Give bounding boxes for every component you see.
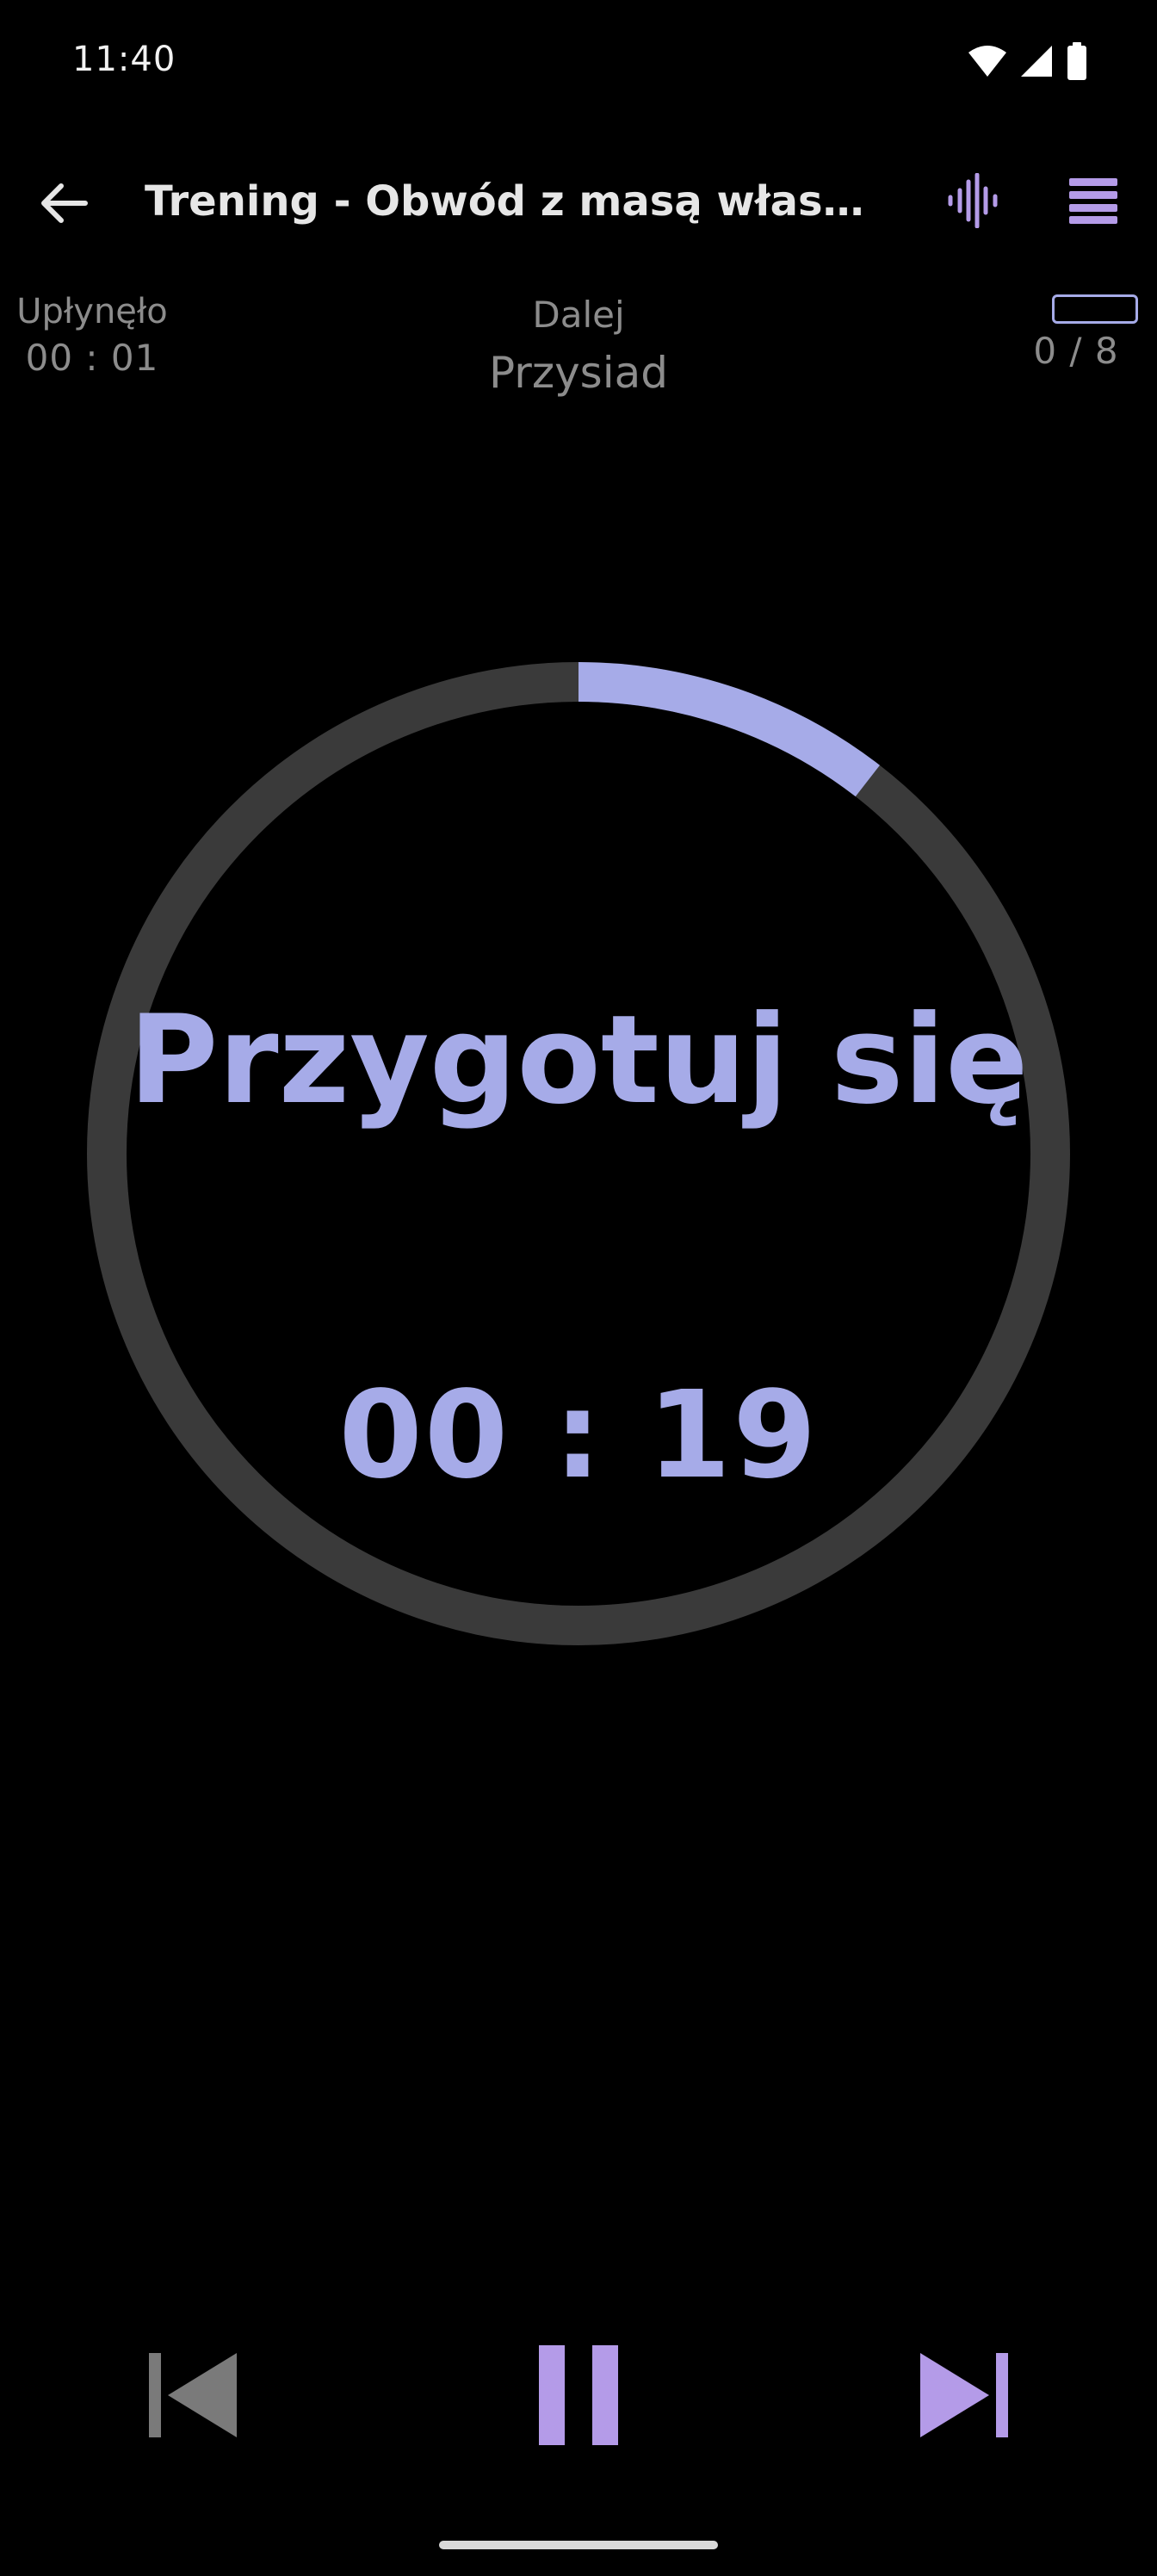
list-menu-icon	[1067, 176, 1119, 228]
status-bar: 11:40	[0, 0, 1157, 129]
exercise-progress-count: 0 / 8	[1033, 330, 1119, 372]
phase-label: Przygotuj się	[128, 989, 1029, 1131]
home-indicator[interactable]	[439, 2541, 718, 2549]
elapsed-value: 00 : 01	[25, 337, 159, 379]
exercise-progress-bar	[1052, 294, 1138, 324]
pause-button[interactable]	[518, 2337, 639, 2457]
next-label: Dalej	[532, 294, 625, 336]
cellular-signal-icon	[1019, 44, 1054, 82]
playback-controls	[0, 2325, 1157, 2462]
previous-exercise-button[interactable]	[133, 2337, 253, 2457]
status-time: 11:40	[72, 40, 176, 79]
next-exercise: Dalej Przysiad	[406, 291, 751, 403]
countdown-time: 00 : 19	[338, 1365, 819, 1506]
sound-wave-icon	[945, 172, 1000, 232]
app-bar: Trening - Obwód z masą własnego ciała	[0, 146, 1157, 258]
skip-next-icon	[917, 2348, 1012, 2446]
next-exercise-button[interactable]	[904, 2337, 1024, 2457]
elapsed-time: Upłynęło 00 : 01	[0, 289, 184, 382]
wifi-icon	[968, 44, 1007, 82]
pause-icon	[535, 2344, 622, 2450]
workout-title: Trening - Obwód z masą własnego ciała	[145, 177, 885, 226]
back-button[interactable]	[26, 168, 99, 241]
battery-icon	[1066, 42, 1088, 84]
status-icons	[968, 41, 1088, 84]
sound-button[interactable]	[938, 168, 1007, 237]
countdown-ring: Przygotuj się 00 : 19	[86, 661, 1071, 1646]
elapsed-label: Upłynęło	[16, 292, 168, 331]
exercise-progress: 0 / 8	[1007, 289, 1145, 375]
exercise-list-button[interactable]	[1059, 168, 1128, 237]
skip-previous-icon	[145, 2348, 240, 2446]
arrow-back-icon	[35, 176, 90, 234]
workout-timer-screen: 11:40 Trening - Obwód z masą własne Upły…	[0, 0, 1157, 2576]
next-exercise-name: Przysiad	[489, 348, 668, 398]
